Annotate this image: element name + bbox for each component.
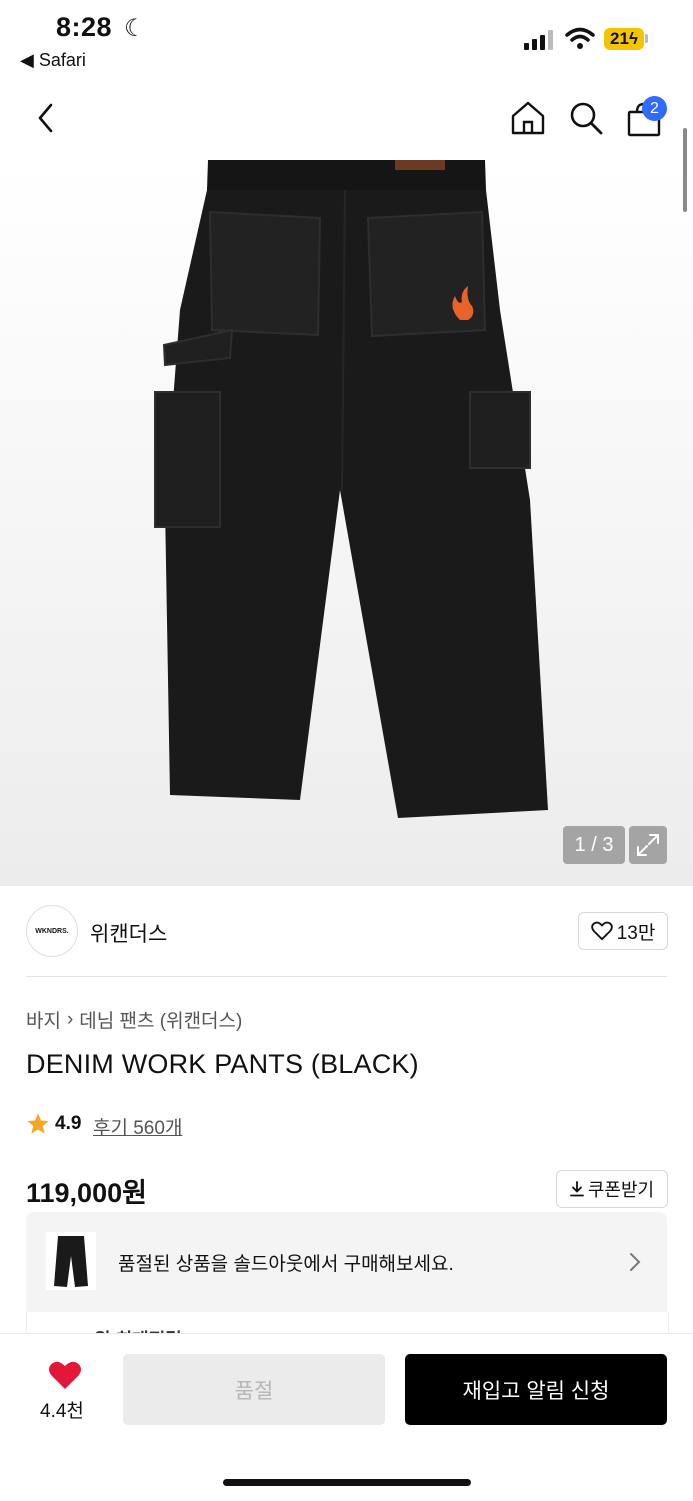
reviews-link[interactable]: 후기 560개 [93,1113,182,1140]
soldout-banner-text: 품절된 상품을 솔드아웃에서 구매해보세요. [118,1254,454,1275]
search-icon[interactable] [566,98,606,138]
product-image[interactable] [0,160,693,886]
restock-alert-button[interactable]: 재입고 알림 신청 [405,1354,667,1425]
image-counter: 1 / 3 [563,826,625,864]
battery-level: 21 [610,29,629,48]
signal-icon [524,30,553,50]
expand-arrows-icon [637,834,659,856]
back-icon[interactable] [32,100,60,136]
chevron-right-icon [630,1253,641,1271]
charging-bolt-icon: ϟ [628,29,638,48]
chevron-right-icon: › [66,1008,74,1030]
like-count: 4.4천 [40,1401,84,1422]
breadcrumb-subcategory[interactable]: 데님 팬츠 (위캔더스) [79,1006,242,1033]
breadcrumb-category[interactable]: 바지 [26,1006,61,1033]
divider [26,976,667,977]
moon-icon: ☾ [124,15,146,42]
battery-icon: 21 ϟ [604,28,644,50]
home-icon[interactable] [508,98,548,138]
battery-nub [645,34,648,43]
home-indicator[interactable] [223,1479,471,1486]
brand-name[interactable]: 위캔더스 [90,918,167,948]
product-price: 119,000원 [26,1178,147,1208]
brand-like-count: 13만 [616,922,656,944]
back-to-safari-link[interactable]: ◀ Safari [20,50,86,71]
cart-count-badge: 2 [642,96,667,121]
heart-filled-icon[interactable] [48,1360,82,1390]
pants-illustration [154,160,548,818]
wifi-icon [565,27,595,49]
status-time: 8:28 [56,12,113,42]
coupon-label: 쿠폰받기 [587,1180,655,1200]
download-icon [569,1181,584,1197]
brand-logo[interactable]: WKNDRS. [26,905,78,957]
brand-like-button[interactable]: 13만 [578,912,668,950]
soldout-button: 품절 [123,1354,385,1425]
heart-outline-icon [590,921,613,941]
banner-product-thumbnail [46,1232,96,1290]
expand-icon[interactable] [629,826,667,864]
scrollbar[interactable] [683,128,687,212]
product-title: DENIM WORK PANTS (BLACK) [26,1049,419,1079]
coupon-button[interactable]: 쿠폰받기 [556,1170,668,1208]
rating-score: 4.9 [55,1113,82,1134]
breadcrumb: 바지 › 데님 팬츠 (위캔더스) [26,1006,242,1033]
star-icon [27,1113,49,1134]
